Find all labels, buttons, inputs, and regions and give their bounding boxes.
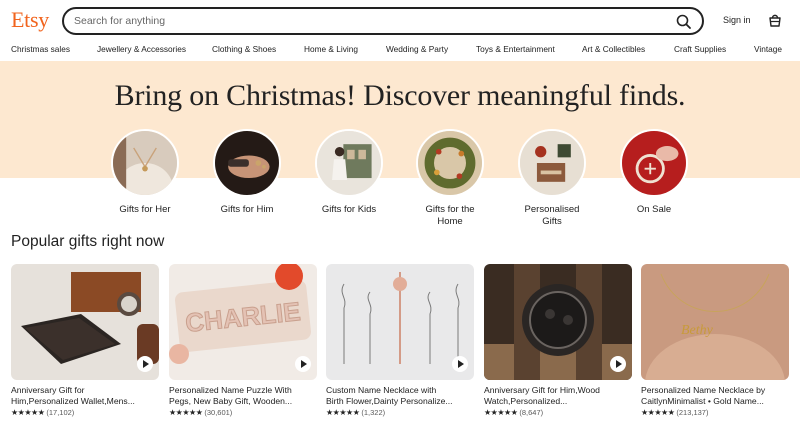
category-link[interactable]: Wedding & Party bbox=[386, 44, 448, 54]
gift-category-label: Gifts for Kids bbox=[321, 204, 377, 215]
search-icon bbox=[676, 14, 691, 29]
product-image[interactable] bbox=[484, 264, 632, 380]
gift-him-image bbox=[213, 129, 281, 197]
product-title: CaitlynMinimalist • Gold Name... bbox=[641, 396, 764, 406]
etsy-logo[interactable]: Etsy bbox=[11, 7, 49, 33]
gift-category-label: Gifts for the bbox=[425, 204, 475, 215]
gift-personalised-image bbox=[518, 129, 586, 197]
review-count: (17,102) bbox=[46, 408, 75, 417]
product-rating: ★★★★★ (1,322) bbox=[326, 408, 474, 417]
gift-home-image bbox=[416, 129, 484, 197]
search-button[interactable] bbox=[674, 12, 694, 32]
product-title: Watch,Personalized... bbox=[484, 396, 568, 406]
product-rating: ★★★★★ (17,102) bbox=[11, 408, 159, 417]
product-title: Him,Personalized Wallet,Mens... bbox=[11, 396, 135, 406]
section-title: Popular gifts right now bbox=[11, 233, 165, 250]
review-count: (8,647) bbox=[519, 408, 544, 417]
category-nav: Christmas sales Jewellery & Accessories … bbox=[0, 40, 800, 60]
product-title: Custom Name Necklace with bbox=[326, 385, 437, 395]
review-count: (1,322) bbox=[361, 408, 386, 417]
gift-category-label: Gifts bbox=[542, 216, 562, 227]
gift-category-kids[interactable]: Gifts for Kids bbox=[299, 129, 399, 216]
banner-headline: Bring on Christmas! Discover meaningful … bbox=[114, 79, 686, 112]
rating-stars: ★★★★★ bbox=[326, 408, 360, 417]
gift-category-her[interactable]: Gifts for Her bbox=[95, 129, 195, 216]
play-video-button[interactable] bbox=[295, 356, 311, 372]
rating-stars: ★★★★★ bbox=[169, 408, 203, 417]
search-input[interactable] bbox=[74, 12, 664, 30]
product-title: Birth Flower,Dainty Personalize... bbox=[326, 396, 453, 406]
header: Etsy Sign in bbox=[0, 0, 800, 40]
play-video-button[interactable] bbox=[137, 356, 153, 372]
category-link[interactable]: Vintage bbox=[754, 44, 782, 54]
product-card[interactable]: Anniversary Gift for Him,Personalized Wal… bbox=[11, 264, 159, 417]
gift-category-label: Gifts for Him bbox=[220, 204, 274, 215]
product-title: Anniversary Gift for Him,Wood bbox=[484, 385, 600, 395]
rating-stars: ★★★★★ bbox=[484, 408, 518, 417]
play-video-button[interactable] bbox=[610, 356, 626, 372]
rating-stars: ★★★★★ bbox=[641, 408, 675, 417]
gift-category-him[interactable]: Gifts for Him bbox=[197, 129, 297, 216]
product-title: Personalized Name Necklace by bbox=[641, 385, 766, 395]
product-card[interactable]: Custom Name Necklace with Birth Flower,Da… bbox=[326, 264, 474, 417]
gift-category-personalised[interactable]: Personalised Gifts bbox=[502, 129, 602, 228]
product-image[interactable] bbox=[326, 264, 474, 380]
cart-icon bbox=[769, 14, 781, 27]
category-link[interactable]: Jewellery & Accessories bbox=[97, 44, 186, 54]
category-link[interactable]: Home & Living bbox=[304, 44, 358, 54]
gift-category-sale[interactable]: On Sale bbox=[604, 129, 704, 216]
product-rating: ★★★★★ (8,647) bbox=[484, 408, 632, 417]
product-title: Pegs, New Baby Gift, Wooden... bbox=[169, 396, 293, 406]
product-card[interactable]: CHARLIE Personalized Name Puzzle With Peg… bbox=[169, 264, 317, 417]
review-count: (213,137) bbox=[676, 408, 709, 417]
product-title: Personalized Name Puzzle With bbox=[169, 385, 292, 395]
gift-category-home[interactable]: Gifts for the Home bbox=[400, 129, 500, 228]
sign-in-link[interactable]: Sign in bbox=[723, 15, 751, 25]
product-image[interactable]: Bethy bbox=[641, 264, 789, 380]
product-image[interactable] bbox=[11, 264, 159, 380]
gift-category-label: Gifts for Her bbox=[119, 204, 171, 215]
gift-category-label: On Sale bbox=[636, 204, 672, 215]
gift-sale-image bbox=[620, 129, 688, 197]
product-image[interactable]: CHARLIE bbox=[169, 264, 317, 380]
product-card[interactable]: Bethy Personalized Name Necklace by Caitl… bbox=[641, 264, 789, 417]
category-link[interactable]: Craft Supplies bbox=[674, 44, 726, 54]
category-link[interactable]: Toys & Entertainment bbox=[476, 44, 555, 54]
category-link[interactable]: Christmas sales bbox=[11, 44, 70, 54]
play-video-button[interactable] bbox=[452, 356, 468, 372]
product-card[interactable]: Anniversary Gift for Him,Wood Watch,Perso… bbox=[484, 264, 632, 417]
cart-button[interactable] bbox=[767, 12, 783, 28]
review-count: (30,601) bbox=[204, 408, 233, 417]
rating-stars: ★★★★★ bbox=[11, 408, 45, 417]
product-rating: ★★★★★ (30,601) bbox=[169, 408, 317, 417]
product-rating: ★★★★★ (213,137) bbox=[641, 408, 789, 417]
product-title: Anniversary Gift for bbox=[11, 385, 85, 395]
search-bar[interactable] bbox=[62, 7, 704, 35]
gift-category-label: Personalised bbox=[524, 204, 580, 215]
gift-kids-image bbox=[315, 129, 383, 197]
gift-category-label: Home bbox=[437, 216, 463, 227]
svg-text:Bethy: Bethy bbox=[681, 323, 714, 338]
gift-her-image bbox=[111, 129, 179, 197]
category-link[interactable]: Art & Collectibles bbox=[582, 44, 645, 54]
category-link[interactable]: Clothing & Shoes bbox=[212, 44, 276, 54]
